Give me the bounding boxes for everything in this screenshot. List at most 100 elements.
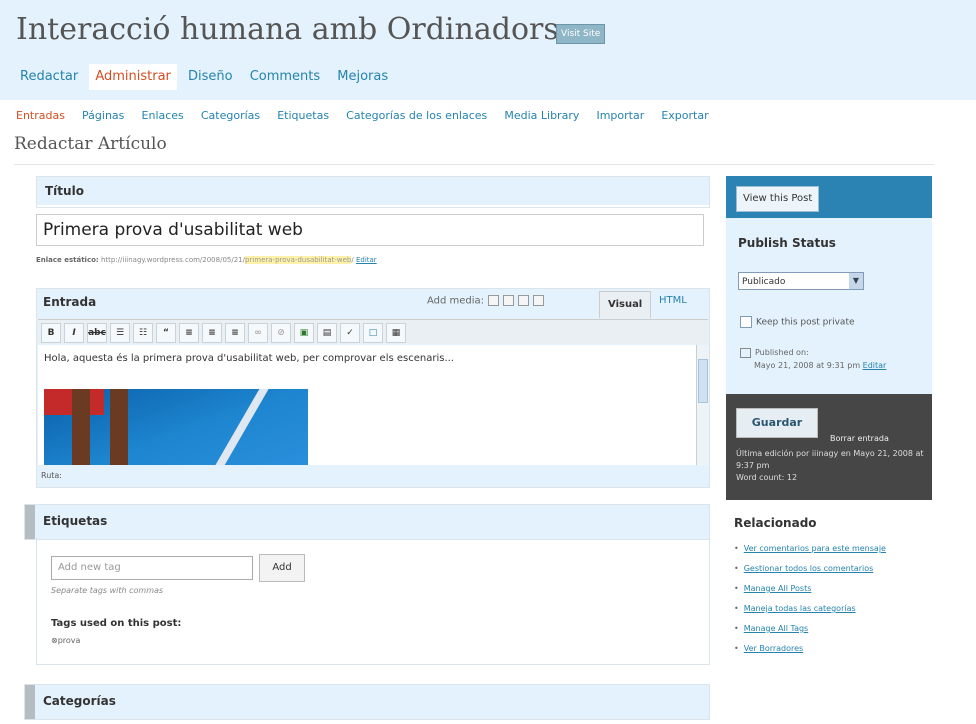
remove-tag-icon[interactable]: ⊗ xyxy=(51,636,58,645)
related-link-label[interactable]: Ver Borradores xyxy=(744,644,804,653)
sub-nav-exportar[interactable]: Exportar xyxy=(661,109,708,122)
categories-heading: Categorías xyxy=(43,694,116,708)
related-link-label[interactable]: Ver comentarios para este mensaje xyxy=(744,544,886,553)
calendar-icon xyxy=(740,347,751,358)
image-detail xyxy=(72,389,90,465)
related-link-label[interactable]: Manage All Tags xyxy=(744,624,809,633)
more-tag-button[interactable]: ▤ xyxy=(317,323,337,343)
related-link-label[interactable]: Maneja todas las categorías xyxy=(744,604,856,613)
visit-site-button[interactable]: Visit Site xyxy=(556,24,606,44)
bullet-icon: • xyxy=(734,644,739,653)
align-left-button[interactable]: ≡ xyxy=(179,323,199,343)
new-tag-input[interactable]: Add new tag xyxy=(51,556,253,580)
categories-box-header[interactable]: Categorías xyxy=(24,684,710,720)
sub-nav-link-categories[interactable]: Categorías de los enlaces xyxy=(346,109,487,122)
tag-name: prova xyxy=(57,636,81,645)
related-link[interactable]: • Ver comentarios para este mensaje xyxy=(734,544,886,564)
divider xyxy=(14,164,934,165)
related-links: • Ver comentarios para este mensaje • Gest… xyxy=(734,544,886,664)
add-media: Add media: xyxy=(427,295,545,307)
main-nav: Redactar Administrar Diseño Comments Mej… xyxy=(14,64,394,92)
bullet-list-button[interactable]: ☰ xyxy=(110,323,130,343)
tags-heading: Etiquetas xyxy=(43,514,108,528)
add-image-icon[interactable] xyxy=(488,295,500,306)
align-center-button[interactable]: ≡ xyxy=(202,323,222,343)
post-image[interactable] xyxy=(44,389,308,465)
published-on-date: Mayo 21, 2008 at 9:31 pm xyxy=(754,361,861,370)
keep-private-row[interactable]: Keep this post private xyxy=(740,316,855,328)
main-nav-redactar[interactable]: Redactar xyxy=(14,64,84,90)
published-edit-link[interactable]: Editar xyxy=(863,361,887,370)
sub-nav-enlaces[interactable]: Enlaces xyxy=(142,109,184,122)
permalink-suffix: / xyxy=(351,256,354,264)
related-link[interactable]: • Ver Borradores xyxy=(734,644,886,664)
main-nav-administrar[interactable]: Administrar xyxy=(89,64,177,90)
kitchen-sink-button[interactable]: ▦ xyxy=(386,323,406,343)
sub-nav-importar[interactable]: Importar xyxy=(596,109,644,122)
numbered-list-button[interactable]: ☷ xyxy=(133,323,153,343)
align-right-button[interactable]: ≡ xyxy=(225,323,245,343)
drag-handle[interactable] xyxy=(25,685,35,719)
save-button[interactable]: Guardar xyxy=(736,408,818,438)
editor-label: Entrada xyxy=(43,295,97,309)
insert-image-button[interactable]: ▣ xyxy=(294,323,314,343)
link-button[interactable]: ∞ xyxy=(248,323,268,343)
sub-nav-media-library[interactable]: Media Library xyxy=(504,109,579,122)
image-detail xyxy=(207,389,269,465)
word-count: Word count: 12 xyxy=(736,473,798,482)
permalink-edit-link[interactable]: Editar xyxy=(356,256,377,264)
sub-nav-categorias[interactable]: Categorías xyxy=(201,109,260,122)
bold-button[interactable]: B xyxy=(41,323,61,343)
sub-nav-paginas[interactable]: Páginas xyxy=(82,109,124,122)
add-media-icon[interactable] xyxy=(533,295,545,306)
post-title-input[interactable]: Primera prova d'usabilitat web xyxy=(36,214,704,246)
sub-nav-entradas[interactable]: Entradas xyxy=(16,109,65,122)
last-edit-info: Última edición por iiinagy en Mayo 21, 2… xyxy=(736,448,926,484)
fullscreen-button[interactable]: □ xyxy=(363,323,383,343)
related-link-label[interactable]: Gestionar todos los comentarios xyxy=(744,564,874,573)
post-editor: Entrada Add media: Visual HTML B Iabc ☰ ☷ “≡… xyxy=(36,288,710,488)
tab-visual[interactable]: Visual xyxy=(599,291,652,318)
site-title: Interacció humana amb Ordinadors xyxy=(16,12,559,47)
add-video-icon[interactable] xyxy=(503,295,515,306)
related-link[interactable]: • Maneja todas las categorías xyxy=(734,604,886,624)
bullet-icon: • xyxy=(734,624,739,633)
related-link[interactable]: • Gestionar todos los comentarios xyxy=(734,564,886,584)
drag-handle[interactable] xyxy=(25,505,35,539)
status-select[interactable]: Publicado ▼ xyxy=(738,272,864,290)
scrollbar-thumb[interactable] xyxy=(698,359,708,403)
spellcheck-button[interactable]: ✓ xyxy=(340,323,360,343)
add-audio-icon[interactable] xyxy=(518,295,530,306)
sub-nav-etiquetas[interactable]: Etiquetas xyxy=(277,109,329,122)
tags-box-header[interactable]: Etiquetas xyxy=(24,504,710,540)
publish-status-heading: Publish Status xyxy=(738,236,836,250)
permalink-base: http://iiinagy.wordpress.com/2008/05/21/ xyxy=(100,256,245,264)
strikethrough-button[interactable]: abc xyxy=(87,323,107,343)
view-post-button[interactable]: View this Post xyxy=(736,186,820,212)
publish-panel-bar: View this Post xyxy=(726,176,932,218)
main-nav-mejoras[interactable]: Mejoras xyxy=(331,64,394,90)
bullet-icon: • xyxy=(734,584,739,593)
main-nav-diseno[interactable]: Diseño xyxy=(182,64,239,90)
blockquote-button[interactable]: “ xyxy=(156,323,176,343)
related-link[interactable]: • Manage All Tags xyxy=(734,624,886,644)
editor-text: Hola, aquesta és la primera prova d'usab… xyxy=(44,353,454,364)
status-select-value: Publicado xyxy=(742,277,786,287)
title-box: Título xyxy=(36,176,710,208)
related-link-label[interactable]: Manage All Posts xyxy=(744,584,812,593)
chevron-down-icon[interactable]: ▼ xyxy=(849,273,863,289)
permalink-slug[interactable]: primera-prova-dusabilitat-web xyxy=(244,256,352,264)
unlink-button[interactable]: ⊘ xyxy=(271,323,291,343)
editor-scrollbar[interactable] xyxy=(696,345,709,465)
main-nav-comments[interactable]: Comments xyxy=(244,64,326,90)
keep-private-label: Keep this post private xyxy=(756,317,855,328)
sub-nav: Entradas Páginas Enlaces Categorías Etiq… xyxy=(16,104,721,123)
keep-private-checkbox[interactable] xyxy=(740,316,752,328)
tab-html[interactable]: HTML xyxy=(659,295,687,306)
page-title: Redactar Artículo xyxy=(14,134,167,154)
italic-button[interactable]: I xyxy=(64,323,84,343)
related-link[interactable]: • Manage All Posts xyxy=(734,584,886,604)
delete-post-link[interactable]: Borrar entrada xyxy=(830,434,889,443)
add-tag-button[interactable]: Add xyxy=(259,554,305,582)
editor-content[interactable]: Hola, aquesta és la primera prova d'usab… xyxy=(38,345,696,465)
